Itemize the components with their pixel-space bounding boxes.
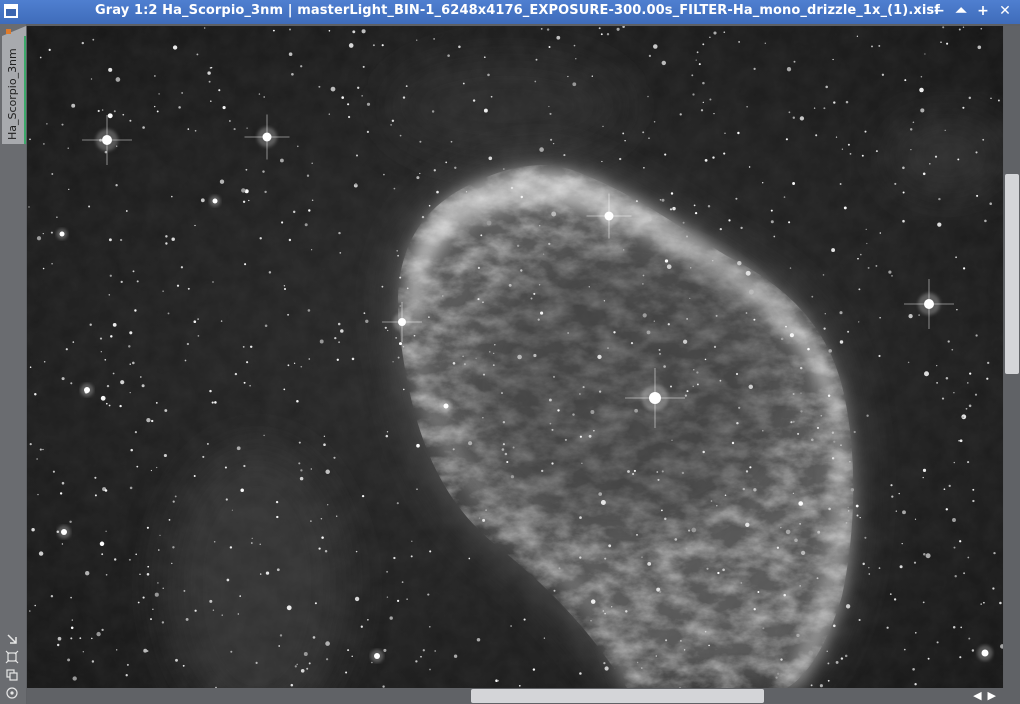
vertical-scroll-thumb[interactable] [1005, 174, 1019, 374]
window-titlebar[interactable]: Gray 1:2 Ha_Scorpio_3nm | masterLight_BI… [0, 0, 1020, 24]
left-strip: Ha_Scorpio_3nm [0, 24, 26, 704]
window-title: Gray 1:2 Ha_Scorpio_3nm | masterLight_BI… [95, 3, 941, 18]
fit-view-icon[interactable] [5, 650, 19, 664]
maximize-button[interactable]: + [974, 2, 992, 20]
horizontal-scroll-nav: ◀ ▶ [973, 688, 996, 704]
scroll-corner [1004, 688, 1020, 704]
astro-image [27, 26, 1003, 688]
scroll-right-icon[interactable]: ▶ [988, 688, 996, 704]
image-viewport[interactable] [27, 26, 1003, 688]
shade-button[interactable]: ⏶ [952, 2, 970, 20]
target-icon[interactable] [5, 686, 19, 700]
clone-icon[interactable] [5, 668, 19, 682]
modified-marker [6, 29, 11, 34]
window-icon[interactable] [4, 4, 18, 18]
view-tab[interactable]: Ha_Scorpio_3nm [2, 36, 26, 144]
resize-arrow-icon[interactable] [5, 632, 19, 646]
view-tab-label: Ha_Scorpio_3nm [6, 48, 19, 140]
minimize-button[interactable]: − [930, 2, 948, 20]
horizontal-scrollbar[interactable]: ◀ ▶ [27, 688, 1004, 704]
horizontal-scroll-thumb[interactable] [471, 689, 764, 703]
side-tools [5, 632, 19, 700]
scroll-left-icon[interactable]: ◀ [973, 688, 981, 704]
vertical-scrollbar[interactable] [1004, 26, 1020, 688]
window-controls: − ⏶ + ✕ [930, 2, 1014, 20]
close-button[interactable]: ✕ [996, 2, 1014, 20]
